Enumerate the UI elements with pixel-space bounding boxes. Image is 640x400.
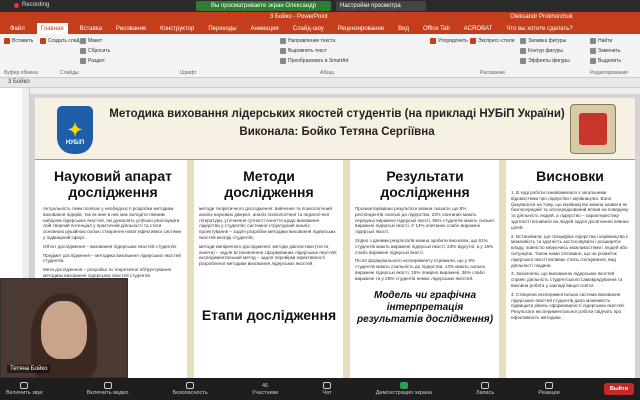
reactions-button[interactable]: Реакции [538,382,560,396]
screen-share-banner: Вы просматриваете экран Олександр Прокор… [196,1,331,19]
share-screen-icon [399,382,408,389]
select-button[interactable]: Выделить [590,58,621,64]
text-direction-icon [280,38,286,44]
arrange-button[interactable]: Упорядочить [430,38,468,44]
column-results: Результати дослідження Проаналізувавши р… [355,168,495,388]
column-conclusions: Висновки 1. В ході роботи ознайомилися з… [511,168,629,388]
participant-name: Тетяна Бойко [7,365,51,373]
unmute-button[interactable]: Включить звук [6,382,43,396]
coat-of-arms-logo [570,104,616,154]
replace-button[interactable]: Заменить [590,48,620,54]
layout-icon [80,38,86,44]
smartart-button[interactable]: Преобразовать в SmartArt [280,58,349,64]
zoom-top-bar: Recording Вы просматриваете экран Олекса… [0,0,640,19]
section-icon [80,58,86,64]
align-text-button[interactable]: Выровнять текст [280,48,327,54]
shape-fill-button[interactable]: Заливка фигуры [520,38,566,44]
tell-me-search[interactable]: Что вы хотите сделать? [504,26,574,32]
text-direction-button[interactable]: Направление текста [280,38,335,44]
column-title: Результати дослідження [380,168,470,200]
tab-home[interactable]: Главная [36,23,68,34]
column-subtitle: Етапи дослідження [201,306,337,323]
align-text-icon [280,48,286,54]
quick-styles-icon [470,38,476,44]
tab-design[interactable]: Конструктор [158,26,196,32]
tab-review[interactable]: Рецензирование [336,26,386,32]
university-logo: ✦ [57,106,93,154]
arrange-icon [430,38,436,44]
search-icon [590,38,596,44]
layout-button[interactable]: Макет [80,38,102,44]
tab-transitions[interactable]: Переходы [206,26,238,32]
recording-indicator[interactable]: Recording [14,2,49,8]
tab-office[interactable]: Office Tab [421,26,452,32]
column-title: Науковий апарат дослідження [54,168,172,200]
tab-file[interactable]: Файл [8,26,27,32]
effects-icon [520,58,526,64]
ribbon-tabs: Файл Главная Вставка Рисование Конструкт… [0,23,640,34]
ribbon: Вставить Создать слайд Макет Сбросить Ра… [0,34,640,78]
camera-icon [103,382,112,389]
paste-icon [4,38,10,44]
replace-icon [590,48,596,54]
new-slide-icon [40,38,46,44]
microphone-icon [20,382,29,389]
security-button[interactable]: Безопасность [173,382,208,396]
reset-icon [80,48,86,54]
model-subtitle: Модель чи графічна інтерпретація результ… [356,289,494,325]
section-button[interactable]: Раздел [80,58,105,64]
smiley-icon [545,382,554,389]
shape-outline-button[interactable]: Контур фигуры [520,48,563,54]
shield-icon [186,382,195,389]
quick-styles-button[interactable]: Экспресс-стили [470,38,515,44]
ppt-title-bar: 3 Бойко - PowerPoint Oleksandr Prokhorch… [0,12,640,23]
new-slide-button[interactable]: Создать слайд [40,38,82,44]
shape-effects-button[interactable]: Эффекты фигуры [520,58,570,64]
record-icon [481,382,490,389]
leave-button[interactable]: Выйти [603,383,634,395]
participant-face [41,301,87,359]
tab-animations[interactable]: Анимация [249,26,281,32]
reset-button[interactable]: Сбросить [80,48,110,54]
chat-button[interactable]: Чат [322,382,332,396]
tab-insert[interactable]: Вставка [78,26,104,32]
slide-author: Виконала: Бойко Тетяна Сергіївна [239,126,435,138]
slide-title: Методика виховання лідерських якостей ст… [109,108,565,120]
tab-slideshow[interactable]: Слайд-шоу [291,26,326,32]
app-title: 3 Бойко - PowerPoint [270,14,328,20]
tab-draw[interactable]: Рисование [114,26,148,32]
start-video-button[interactable]: Включить видео [87,382,128,396]
select-icon [590,58,596,64]
logo-text: НУБіП [65,140,85,146]
zoom-control-panel: Включить звук Включить видео Безопасност… [0,378,640,400]
paste-button[interactable]: Вставить [4,38,33,44]
column-title: Висновки [536,168,604,184]
document-tab-bar: 3 Бойко [0,78,640,88]
outline-icon [520,48,526,54]
participants-count: 46 [262,382,269,389]
smartart-icon [280,58,286,64]
ribbon-group-labels: Буфер обмена Слайды Шрифт Абзац Рисовани… [4,70,629,76]
column-methods: Методи дослідження методи теоретичного д… [199,168,339,388]
chat-icon [322,382,331,389]
view-options-button[interactable]: Настройки просмотра [336,1,426,11]
document-tab[interactable]: 3 Бойко [8,79,30,85]
column-divider [343,160,350,388]
record-button[interactable]: Запись [476,382,494,396]
participant-video[interactable]: Тетяна Бойко [0,278,128,378]
tab-acrobat[interactable]: ACROBAT [462,26,495,32]
record-dot-icon [14,2,19,8]
slide-header: ✦ НУБіП Методика виховання лідерських як… [35,98,635,160]
column-divider [499,160,506,388]
participants-button[interactable]: 46 Участники [252,383,278,396]
find-button[interactable]: Найти [590,38,612,44]
column-title: Методи дослідження [224,168,314,200]
user-name[interactable]: Oleksandr Prokhorchuk [510,14,573,20]
tab-view[interactable]: Вид [396,26,411,32]
column-divider [187,160,194,388]
fill-icon [520,38,526,44]
share-screen-button[interactable]: Демонстрация экрана [376,382,432,396]
